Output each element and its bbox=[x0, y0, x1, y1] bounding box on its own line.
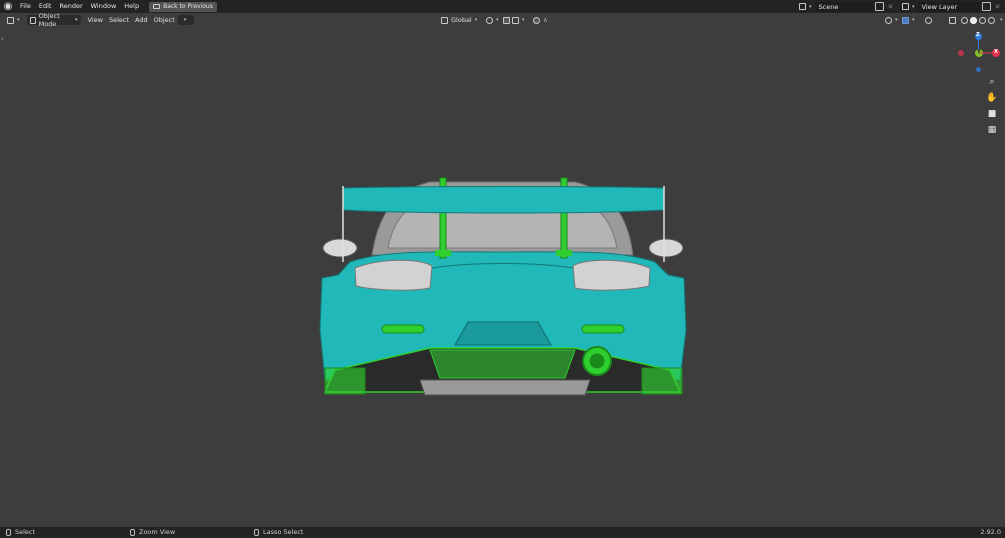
status-lasso-label: Lasso Select bbox=[263, 528, 304, 536]
version-label: 2.92.0 bbox=[980, 528, 1001, 536]
plate-recess bbox=[454, 321, 552, 346]
right-reflector bbox=[581, 324, 625, 334]
status-select: Select bbox=[6, 528, 35, 537]
left-splitter bbox=[324, 367, 366, 395]
mouse-left-icon bbox=[6, 529, 11, 536]
right-mirror bbox=[648, 238, 684, 258]
exhaust-inner bbox=[588, 352, 606, 370]
mouse-middle-icon bbox=[130, 529, 135, 536]
status-select-label: Select bbox=[15, 528, 36, 536]
wing-mount-left bbox=[435, 250, 451, 256]
rear-wing bbox=[342, 186, 665, 214]
viewport-3d[interactable] bbox=[0, 0, 1005, 538]
right-tail-panel bbox=[572, 259, 651, 291]
undercarriage bbox=[419, 379, 591, 396]
mouse-right-icon bbox=[254, 529, 259, 536]
wing-mount-right bbox=[556, 250, 572, 256]
left-reflector bbox=[381, 324, 425, 334]
status-zoom-label: Zoom View bbox=[139, 528, 176, 536]
status-bar: Select Zoom View Lasso Select 2.92.0 bbox=[0, 527, 1005, 538]
status-lasso-select: Lasso Select bbox=[254, 528, 303, 537]
status-version: 2.92.0 bbox=[980, 528, 1001, 537]
left-tail-panel bbox=[354, 259, 433, 291]
right-splitter bbox=[641, 367, 683, 395]
status-zoom-view: Zoom View bbox=[130, 528, 175, 537]
diffuser-plate bbox=[429, 349, 576, 379]
left-mirror bbox=[322, 238, 358, 258]
